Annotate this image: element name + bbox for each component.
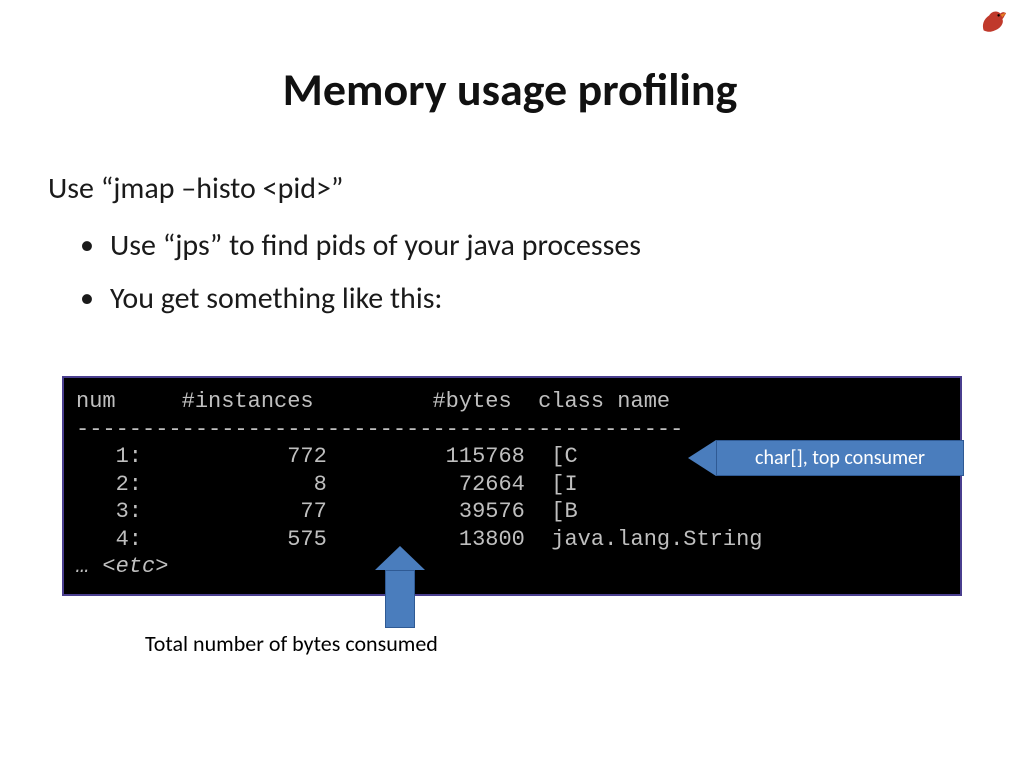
- bullet-item: Use “jps” to find pids of your java proc…: [110, 227, 972, 264]
- terminal-row: 1: 772 115768 [C: [76, 444, 578, 469]
- callout-label: char[], top consumer: [716, 440, 964, 476]
- callout-char-array: char[], top consumer: [716, 440, 962, 476]
- terminal-etc: … <etc>: [76, 554, 168, 579]
- terminal-output: num #instances #bytes class name -------…: [62, 376, 962, 596]
- arrow-stem: [385, 570, 415, 628]
- arrow-up-icon: [375, 546, 425, 570]
- callout-bytes-arrow: [375, 570, 425, 628]
- bullet-item: You get something like this:: [110, 280, 972, 317]
- command-line-text: Use “jmap –histo <pid>”: [48, 170, 972, 207]
- arrow-left-icon: [688, 440, 716, 476]
- terminal-row: 3: 77 39576 [B: [76, 499, 578, 524]
- callout-bytes-label: Total number of bytes consumed: [145, 630, 438, 657]
- body-content: Use “jmap –histo <pid>” Use “jps” to fin…: [48, 170, 972, 333]
- terminal-row: 2: 8 72664 [I: [76, 472, 578, 497]
- slide-title: Memory usage profiling: [0, 62, 1020, 118]
- terminal-header: num #instances #bytes class name: [76, 389, 670, 414]
- terminal-divider: ----------------------------------------…: [76, 417, 683, 442]
- rooster-logo-icon: [978, 6, 1008, 36]
